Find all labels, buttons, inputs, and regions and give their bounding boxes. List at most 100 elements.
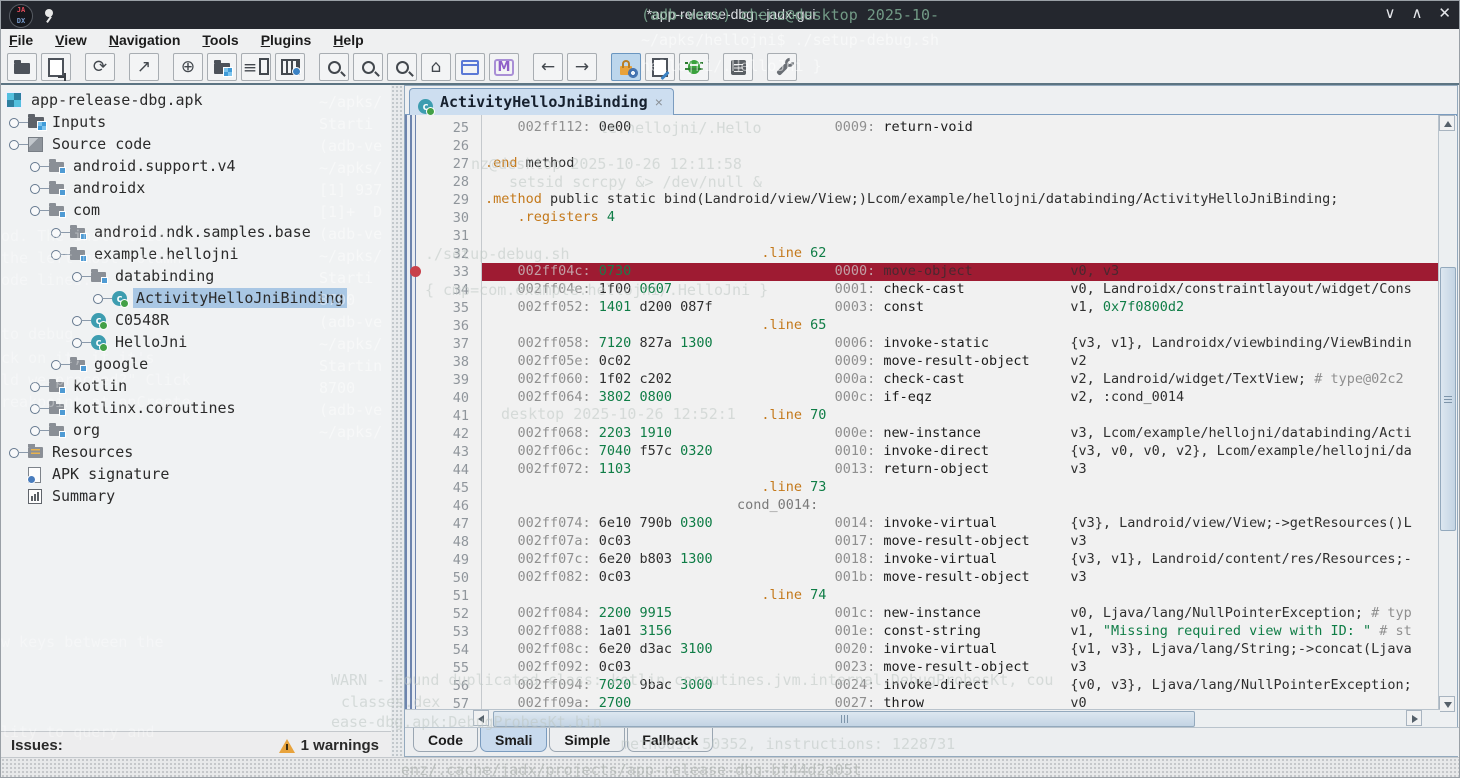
tree-item-kotlin[interactable]: kotlin (1, 375, 391, 397)
tree-item-app-release-dbg-apk[interactable]: app-release-dbg.apk (1, 89, 391, 111)
tree-item-kotlinx-coroutines[interactable]: kotlinx.coroutines (1, 397, 391, 419)
code-line-44[interactable]: 002ff072: 11030013: return-objectv3 (405, 461, 1438, 479)
code-line-37[interactable]: 002ff058: 7120 827a 13000006: invoke-sta… (405, 335, 1438, 353)
scroll-right-button[interactable] (1406, 710, 1422, 726)
menu-navigation[interactable]: Navigation (109, 32, 181, 48)
search-class-button[interactable] (353, 53, 383, 81)
code-line-25[interactable]: 002ff112: 0e000009: return-void (405, 119, 1438, 137)
tree-item-google[interactable]: google (1, 353, 391, 375)
file-tree-panel[interactable]: app-release-dbg.apkInputsSource codeandr… (1, 85, 391, 731)
search-comment-button[interactable] (387, 53, 417, 81)
code-line-40[interactable]: 002ff064: 3802 0800000c: if-eqzv2, :cond… (405, 389, 1438, 407)
tree-item-hellojni[interactable]: cHelloJni (1, 331, 391, 353)
tree-item-apk-signature[interactable]: APK signature (1, 463, 391, 485)
tree-item-databinding[interactable]: databinding (1, 265, 391, 287)
expand-handle-icon[interactable] (51, 360, 61, 370)
maximize-button[interactable]: ∧ (1411, 4, 1422, 22)
preview-button[interactable] (275, 53, 305, 81)
code-line-52[interactable]: 002ff084: 2200 9915001c: new-instancev0,… (405, 605, 1438, 623)
code-line-38[interactable]: 002ff05e: 0c020009: move-result-objectv2 (405, 353, 1438, 371)
code-line-43[interactable]: 002ff06c: 7040 f57c 03200010: invoke-dir… (405, 443, 1438, 461)
export-button[interactable]: ↗ (129, 53, 159, 81)
code-line-55[interactable]: 002ff092: 0c030023: move-result-objectv3 (405, 659, 1438, 677)
warnings-badge[interactable]: 1 warnings (279, 737, 379, 754)
expand-handle-icon[interactable] (93, 294, 103, 304)
tree-item-org[interactable]: org (1, 419, 391, 441)
expand-handle-icon[interactable] (9, 118, 19, 128)
vertical-scrollbar[interactable] (1438, 115, 1456, 712)
menu-help[interactable]: Help (333, 32, 363, 48)
code-line-33[interactable]: 002ff04c: 07300000: move-objectv0, v3 (405, 263, 1438, 281)
expand-handle-icon[interactable] (51, 228, 61, 238)
nav-forward-button[interactable]: → (567, 53, 597, 81)
nav-back-button[interactable]: ← (533, 53, 563, 81)
code-line-35[interactable]: 002ff052: 1401 d200 087f0003: constv1, 0… (405, 299, 1438, 317)
code-line-36[interactable]: .line 65 (405, 317, 1438, 335)
tree-item-resources[interactable]: Resources (1, 441, 391, 463)
open-file-button[interactable] (7, 53, 37, 81)
preferences-button[interactable] (767, 53, 797, 81)
view-tab-fallback[interactable]: Fallback (627, 728, 713, 752)
scroll-up-button[interactable] (1439, 115, 1455, 131)
expand-handle-icon[interactable] (72, 338, 82, 348)
menu-file[interactable]: File (9, 32, 33, 48)
menu-plugins[interactable]: Plugins (261, 32, 312, 48)
tree-item-android-support-v4[interactable]: android.support.v4 (1, 155, 391, 177)
expand-handle-icon[interactable] (30, 184, 40, 194)
code-line-56[interactable]: 002ff094: 7020 9bac 30000024: invoke-dir… (405, 677, 1438, 695)
tree-item-android-ndk-samples-base[interactable]: android.ndk.samples.base (1, 221, 391, 243)
main-activity-home-button[interactable]: ⌂ (421, 53, 451, 81)
debugger-button[interactable] (679, 53, 709, 81)
scroll-left-button[interactable] (473, 710, 489, 726)
expand-handle-icon[interactable] (30, 382, 40, 392)
code-line-41[interactable]: .line 70 (405, 407, 1438, 425)
search-text-button[interactable] (319, 53, 349, 81)
code-line-54[interactable]: 002ff08c: 6e20 d3ac 31000020: invoke-vir… (405, 641, 1438, 659)
sort-view-button[interactable]: ≡ (241, 53, 271, 81)
tree-item-c0548r[interactable]: cC0548R (1, 309, 391, 331)
menu-view[interactable]: View (55, 32, 87, 48)
code-line-46[interactable]: cond_0014: (405, 497, 1438, 515)
view-tab-code[interactable]: Code (413, 728, 478, 752)
tab-close-icon[interactable]: × (655, 94, 663, 110)
horizontal-scroll-thumb[interactable] (493, 711, 1195, 727)
expand-handle-icon[interactable] (72, 272, 82, 282)
code-line-28[interactable] (405, 173, 1438, 191)
tree-item-androidx[interactable]: androidx (1, 177, 391, 199)
expand-handle-icon[interactable] (30, 206, 40, 216)
code-line-49[interactable]: 002ff07c: 6e20 b803 13000018: invoke-vir… (405, 551, 1438, 569)
menu-tools[interactable]: Tools (202, 32, 238, 48)
tree-item-summary[interactable]: Summary (1, 485, 391, 507)
expand-handle-icon[interactable] (30, 404, 40, 414)
tree-item-source-code[interactable]: Source code (1, 133, 391, 155)
code-line-48[interactable]: 002ff07a: 0c030017: move-result-objectv3 (405, 533, 1438, 551)
scroll-down-button[interactable] (1439, 696, 1455, 712)
reload-button[interactable]: ⟳ (85, 53, 115, 81)
tree-item-example-hellojni[interactable]: example.hellojni (1, 243, 391, 265)
code-line-45[interactable]: .line 73 (405, 479, 1438, 497)
expand-handle-icon[interactable] (30, 162, 40, 172)
code-line-26[interactable] (405, 137, 1438, 155)
decompile-all-button[interactable]: ⊕ (173, 53, 203, 81)
tree-item-com[interactable]: com (1, 199, 391, 221)
rename-button[interactable] (645, 53, 675, 81)
tree-item-inputs[interactable]: Inputs (1, 111, 391, 133)
close-button[interactable]: ✕ (1438, 4, 1451, 22)
main-class-button[interactable]: M (489, 53, 519, 81)
add-files-button[interactable] (41, 53, 71, 81)
code-line-32[interactable]: .line 62 (405, 245, 1438, 263)
view-tab-smali[interactable]: Smali (480, 728, 547, 752)
code-line-42[interactable]: 002ff068: 2203 1910000e: new-instancev3,… (405, 425, 1438, 443)
code-line-51[interactable]: .line 74 (405, 587, 1438, 605)
breakpoint-icon[interactable] (410, 266, 421, 277)
tree-item-activityhellojnibinding[interactable]: cActivityHelloJniBinding (1, 287, 391, 309)
expand-handle-icon[interactable] (72, 316, 82, 326)
code-line-27[interactable]: .end method (405, 155, 1438, 173)
code-line-30[interactable]: .registers 4 (405, 209, 1438, 227)
expand-handle-icon[interactable] (30, 426, 40, 436)
code-line-53[interactable]: 002ff088: 1a01 3156001e: const-stringv1,… (405, 623, 1438, 641)
view-tab-simple[interactable]: Simple (549, 728, 625, 752)
code-line-34[interactable]: 002ff04e: 1f00 06070001: check-castv0, L… (405, 281, 1438, 299)
minimize-button[interactable]: ∨ (1384, 4, 1395, 22)
vertical-scroll-thumb[interactable] (1440, 267, 1456, 531)
